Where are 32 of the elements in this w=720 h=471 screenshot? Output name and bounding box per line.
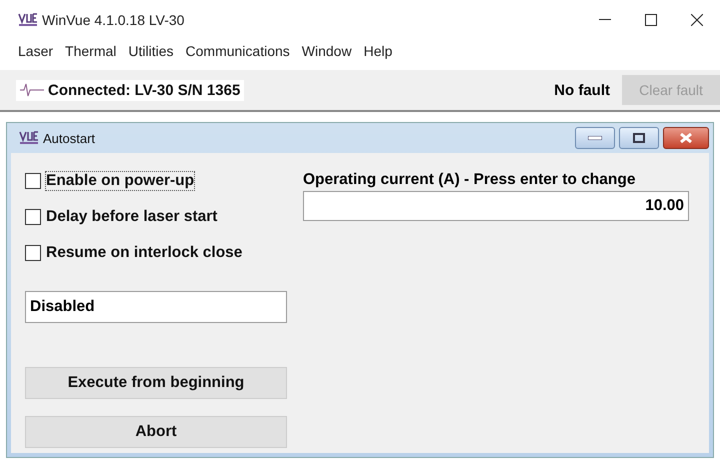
checkbox[interactable] <box>25 245 41 261</box>
close-icon <box>691 14 703 26</box>
action-button[interactable]: Execute from beginning <box>25 367 287 399</box>
checkbox-label[interactable]: Enable on power-up <box>45 171 196 191</box>
connection-status: Connected: LV-30 S/N 1365 <box>48 82 240 98</box>
checkbox[interactable] <box>25 173 41 189</box>
maximize-icon <box>645 14 657 26</box>
checkbox-label[interactable]: Delay before laser start <box>45 207 218 227</box>
fault-status: No fault <box>554 82 610 98</box>
menu-item[interactable]: Communications <box>180 43 296 59</box>
menu-item[interactable]: Utilities <box>122 43 180 59</box>
current-field[interactable]: 10.00 <box>303 191 689 221</box>
restore-icon <box>633 133 645 143</box>
pulse-icon <box>20 82 44 98</box>
app-logo-icon <box>18 13 38 27</box>
minimize-icon <box>588 136 602 140</box>
checkbox-label[interactable]: Resume on interlock close <box>45 243 244 263</box>
window-title: WinVue 4.1.0.18 LV-30 <box>42 12 184 28</box>
close-button[interactable] <box>663 127 709 149</box>
current-label: Operating current (A) - Press enter to change <box>303 171 636 189</box>
menu-item[interactable]: Help <box>358 43 398 59</box>
action-button[interactable]: Abort <box>25 416 287 448</box>
menu-item[interactable]: Thermal <box>59 43 122 59</box>
menu-item[interactable]: Window <box>296 43 358 59</box>
checkbox[interactable] <box>25 209 41 225</box>
minimize-icon <box>599 19 611 21</box>
menu-item[interactable]: Laser <box>12 43 60 59</box>
close-icon <box>680 133 692 143</box>
status-field[interactable]: Disabled <box>25 291 287 323</box>
window-logo-icon <box>19 131 39 145</box>
window-title: Autostart <box>43 130 96 146</box>
restore-button[interactable] <box>619 127 659 149</box>
